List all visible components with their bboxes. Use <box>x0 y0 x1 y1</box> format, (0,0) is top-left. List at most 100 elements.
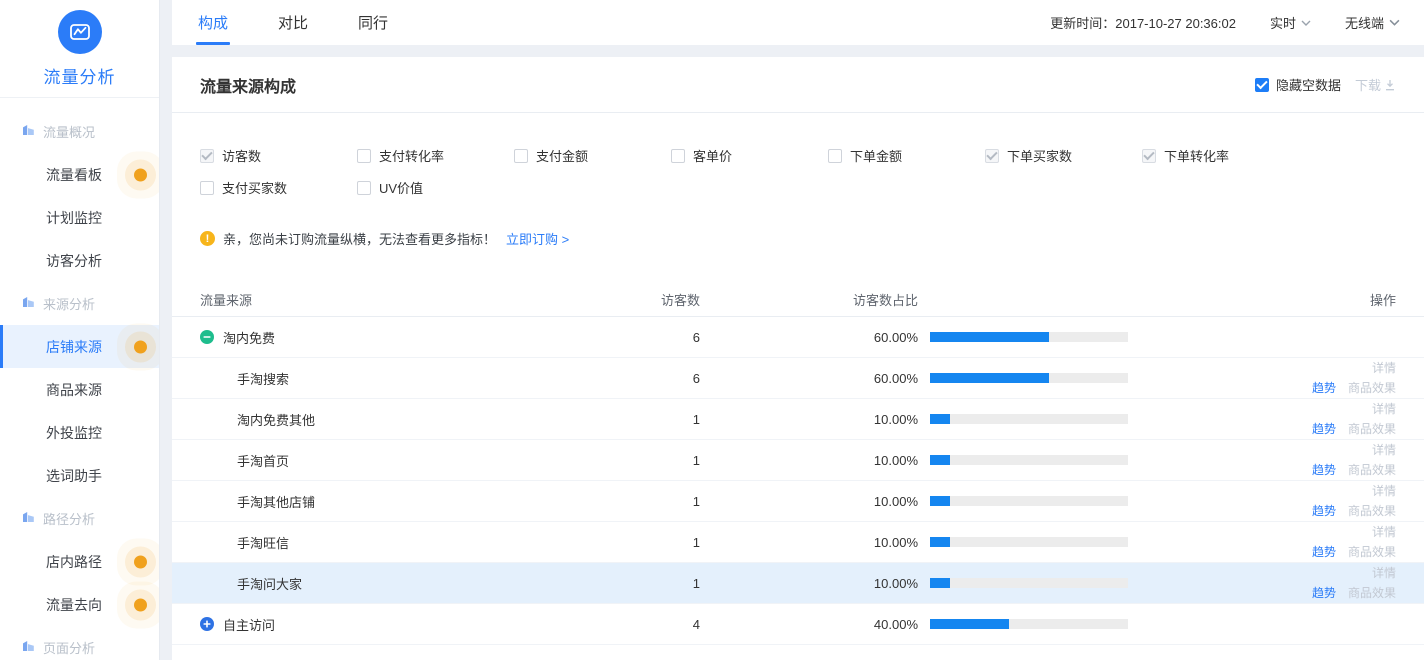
visitors-value: 1 <box>640 494 700 509</box>
hide-empty-data-label: 隐藏空数据 <box>1276 75 1341 94</box>
topbar: 构成对比同行 更新时间：2017-10-27 20:36:02 实时 无线端 <box>172 0 1424 45</box>
source-label: 淘内免费 <box>223 328 275 347</box>
metric-checkbox[interactable]: 支付买家数 <box>200 178 357 197</box>
op-detail-link[interactable]: 详情 <box>1372 358 1396 378</box>
tab-active[interactable]: 构成 <box>198 0 228 45</box>
op-detail-link[interactable]: 详情 <box>1372 440 1396 460</box>
op-product-effect-link[interactable]: 商品效果 <box>1348 419 1396 439</box>
sidebar-item[interactable]: 选词助手 <box>0 454 159 497</box>
warning-icon: ! <box>200 231 215 246</box>
metric-checkbox[interactable]: 客单价 <box>671 146 828 165</box>
realtime-dropdown-label: 实时 <box>1270 13 1296 32</box>
metric-checkbox[interactable]: 支付金额 <box>514 146 671 165</box>
ratio-bar <box>930 537 1128 547</box>
operations-cell: 详情趋势商品效果 <box>1128 399 1424 439</box>
metric-checkbox[interactable]: 下单买家数 <box>985 146 1142 165</box>
section-icon <box>22 296 35 311</box>
source-cell: 淘内免费 <box>172 328 640 347</box>
metric-checkbox[interactable]: 下单金额 <box>828 146 985 165</box>
ops-second-row: 趋势商品效果 <box>1312 583 1396 603</box>
sidebar-item[interactable]: 流量看板 <box>0 153 159 196</box>
metric-checkbox[interactable]: 下单转化率 <box>1142 146 1299 165</box>
op-trend-link[interactable]: 趋势 <box>1312 460 1336 480</box>
op-trend-link[interactable]: 趋势 <box>1312 542 1336 562</box>
source-label: 手淘其他店铺 <box>237 492 315 511</box>
op-product-effect-link[interactable]: 商品效果 <box>1348 460 1396 480</box>
op-trend-link[interactable]: 趋势 <box>1312 419 1336 439</box>
sidebar-item[interactable]: 店内路径 <box>0 540 159 583</box>
panel-title: 流量来源构成 <box>200 73 296 97</box>
column-header-ratio: 访客数占比 <box>700 290 1128 309</box>
sidebar-item[interactable]: 外投监控 <box>0 411 159 454</box>
op-trend-link[interactable]: 趋势 <box>1312 501 1336 521</box>
metric-checkbox[interactable]: UV价值 <box>357 178 514 197</box>
sidebar: 流量分析 流量概况流量看板计划监控访客分析来源分析店铺来源商品来源外投监控选词助… <box>0 0 160 660</box>
ratio-value: 60.00% <box>700 330 918 345</box>
app-title: 流量分析 <box>44 63 116 88</box>
op-product-effect-link[interactable]: 商品效果 <box>1348 542 1396 562</box>
column-header-visitors: 访客数 <box>640 290 700 309</box>
op-detail-link[interactable]: 详情 <box>1372 399 1396 419</box>
op-product-effect-link[interactable]: 商品效果 <box>1348 378 1396 398</box>
section-icon <box>22 511 35 526</box>
checkbox-icon <box>200 181 214 195</box>
ratio-bar-fill <box>930 373 1049 383</box>
download-link[interactable]: 下载 <box>1355 75 1396 94</box>
metric-label: 下单买家数 <box>1007 146 1072 165</box>
panel-header-actions: 隐藏空数据 下载 <box>1255 75 1396 94</box>
visitors-value: 1 <box>640 412 700 427</box>
sidebar-item[interactable]: 访客分析 <box>0 239 159 282</box>
metric-checkbox[interactable]: 支付转化率 <box>357 146 514 165</box>
subscribe-now-link[interactable]: 立即订购 > <box>506 229 569 248</box>
ratio-bar <box>930 414 1128 424</box>
ratio-bar <box>930 496 1128 506</box>
op-product-effect-link[interactable]: 商品效果 <box>1348 583 1396 603</box>
ratio-value: 10.00% <box>700 412 918 427</box>
operations-cell: 详情趋势商品效果 <box>1128 358 1424 398</box>
sidebar-item[interactable]: 店铺来源 <box>0 325 159 368</box>
ratio-bar-fill <box>930 332 1049 342</box>
metric-label: 下单转化率 <box>1164 146 1229 165</box>
expand-toggle-icon[interactable] <box>200 617 214 631</box>
ratio-value: 40.00% <box>700 617 918 632</box>
notification-dot-icon <box>134 340 147 353</box>
sidebar-item[interactable]: 商品来源 <box>0 368 159 411</box>
realtime-dropdown[interactable]: 实时 <box>1270 13 1311 32</box>
op-detail-link[interactable]: 详情 <box>1372 522 1396 542</box>
metric-label: UV价值 <box>379 178 423 197</box>
source-label: 淘内免费其他 <box>237 410 315 429</box>
op-detail-link[interactable]: 详情 <box>1372 481 1396 501</box>
device-dropdown[interactable]: 无线端 <box>1345 13 1400 32</box>
op-product-effect-link[interactable]: 商品效果 <box>1348 501 1396 521</box>
metric-checkbox[interactable]: 访客数 <box>200 146 357 165</box>
tab-item[interactable]: 同行 <box>358 0 388 45</box>
sidebar-item[interactable]: 计划监控 <box>0 196 159 239</box>
ratio-bar <box>930 619 1128 629</box>
visitors-value: 1 <box>640 535 700 550</box>
ratio-cell: 10.00% <box>700 453 1128 468</box>
panel-header: 流量来源构成 隐藏空数据 下载 <box>172 57 1424 113</box>
app-logo[interactable]: 流量分析 <box>0 0 159 98</box>
metric-label: 支付买家数 <box>222 178 287 197</box>
sidebar-nav: 流量概况流量看板计划监控访客分析来源分析店铺来源商品来源外投监控选词助手路径分析… <box>0 98 159 660</box>
hide-empty-data-checkbox[interactable]: 隐藏空数据 <box>1255 75 1341 94</box>
app-root: 流量分析 流量概况流量看板计划监控访客分析来源分析店铺来源商品来源外投监控选词助… <box>0 0 1424 660</box>
line-chart-icon <box>58 10 102 54</box>
op-trend-link[interactable]: 趋势 <box>1312 583 1336 603</box>
subscription-notice: ! 亲，您尚未订购流量纵横，无法查看更多指标！ 立即订购 > <box>200 229 1424 248</box>
table-row: 手淘旺信110.00%详情趋势商品效果 <box>172 522 1424 563</box>
op-trend-link[interactable]: 趋势 <box>1312 378 1336 398</box>
table-body: 淘内免费660.00%手淘搜索660.00%详情趋势商品效果淘内免费其他110.… <box>172 317 1424 645</box>
tab-item[interactable]: 对比 <box>278 0 308 45</box>
op-detail-link[interactable]: 详情 <box>1372 563 1396 583</box>
traffic-source-panel: 流量来源构成 隐藏空数据 下载 访客数支付转化率支付金额客单价下单金额下单买家数… <box>172 57 1424 660</box>
ratio-value: 10.00% <box>700 576 918 591</box>
notification-dot-icon <box>134 555 147 568</box>
sidebar-item[interactable]: 流量去向 <box>0 583 159 626</box>
ratio-value: 60.00% <box>700 371 918 386</box>
collapse-toggle-icon[interactable] <box>200 330 214 344</box>
ops-second-row: 趋势商品效果 <box>1312 419 1396 439</box>
sidebar-item-label: 选词助手 <box>46 466 102 486</box>
ops-second-row: 趋势商品效果 <box>1312 542 1396 562</box>
ratio-cell: 10.00% <box>700 535 1128 550</box>
